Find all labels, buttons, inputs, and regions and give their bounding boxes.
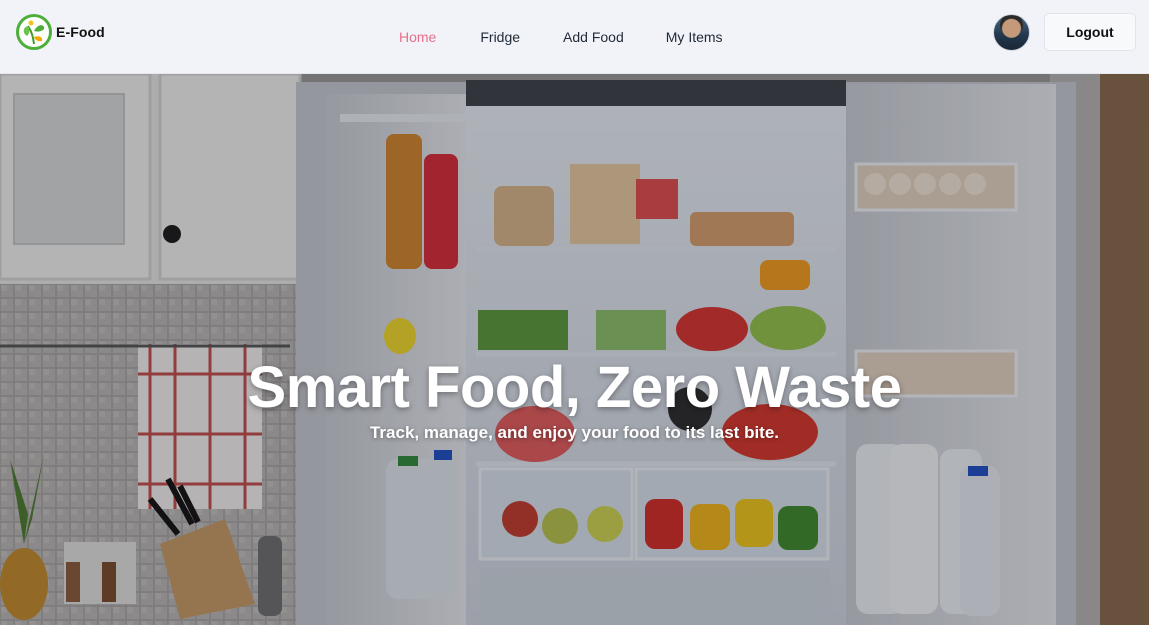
user-avatar[interactable] bbox=[993, 14, 1030, 51]
hero-overlay bbox=[0, 74, 1149, 625]
logout-button[interactable]: Logout bbox=[1044, 13, 1136, 51]
leaf-logo-icon bbox=[16, 14, 52, 50]
brand-name: E-Food bbox=[56, 24, 105, 40]
nav-link-my-items[interactable]: My Items bbox=[666, 29, 723, 45]
main-nav: Home Fridge Add Food My Items bbox=[399, 0, 723, 74]
brand[interactable]: E-Food bbox=[16, 14, 105, 50]
nav-link-home[interactable]: Home bbox=[399, 29, 436, 45]
nav-link-fridge[interactable]: Fridge bbox=[480, 29, 520, 45]
hero-subtitle: Track, manage, and enjoy your food to it… bbox=[369, 423, 780, 442]
nav-link-add-food[interactable]: Add Food bbox=[563, 29, 624, 45]
top-navbar: E-Food Home Fridge Add Food My Items Log… bbox=[0, 0, 1149, 74]
hero-title: Smart Food, Zero Waste bbox=[247, 355, 902, 420]
hero-banner: Smart Food, Zero Waste Track, manage, an… bbox=[0, 74, 1149, 625]
